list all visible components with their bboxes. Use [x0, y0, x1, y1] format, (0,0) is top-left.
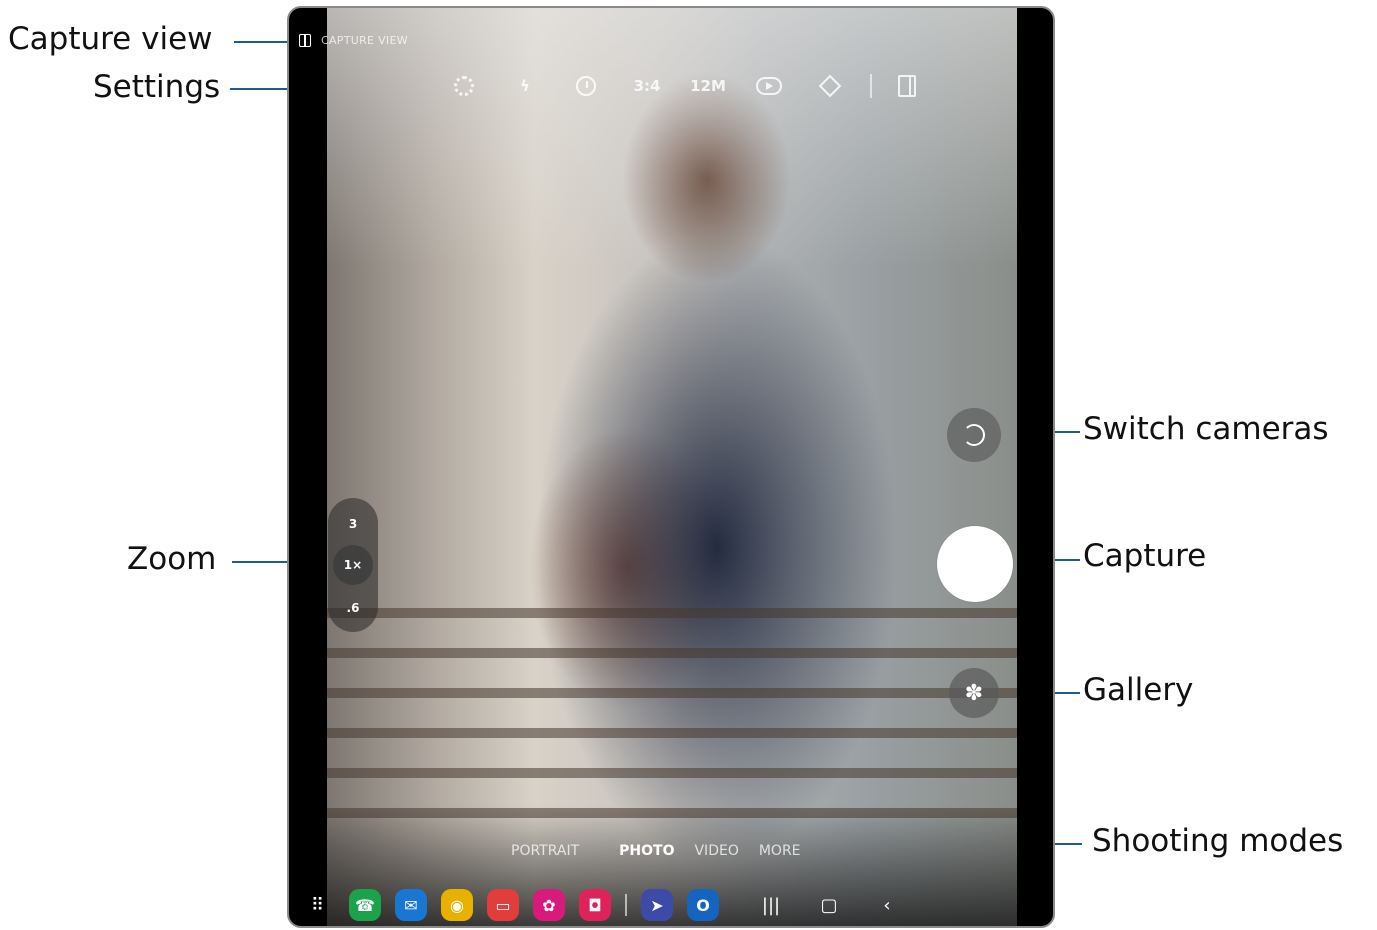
motion-photo-icon: [756, 77, 782, 95]
outlook-icon: O: [696, 895, 710, 915]
capture-view-label: CAPTURE VIEW: [321, 34, 408, 47]
viewfinder-sky: [327, 8, 1017, 268]
shooting-modes-bar: PORTRAIT PHOTO VIDEO MORE: [511, 834, 871, 868]
mode-portrait[interactable]: PORTRAIT: [511, 843, 579, 859]
callout-zoom: Zoom: [127, 541, 217, 577]
flash-off-icon: ϟ: [520, 77, 530, 95]
resolution-button[interactable]: 12M: [687, 72, 729, 100]
callout-line-capture-view: [234, 41, 290, 43]
toolbar-divider: [870, 74, 872, 98]
apps-grid-icon[interactable]: ⠿: [311, 895, 331, 916]
capture-button[interactable]: [937, 526, 1013, 602]
aspect-ratio-button[interactable]: 3:4: [626, 72, 668, 100]
callout-settings: Settings: [93, 69, 221, 105]
zoom-3x-button[interactable]: 3: [333, 504, 373, 544]
taskbar: ⠿ ☎ ✉ ◉ ▭ ✿ ◘ ➤ O ||| ▢ ‹: [289, 880, 1053, 926]
compass-app[interactable]: ➤: [641, 889, 673, 921]
mode-more[interactable]: MORE: [759, 843, 801, 859]
callout-capture: Capture: [1083, 538, 1207, 574]
filters-button[interactable]: [809, 72, 851, 100]
settings-icon: [454, 76, 474, 96]
switch-cameras-button[interactable]: [947, 408, 1001, 462]
messages-app[interactable]: ✉: [395, 889, 427, 921]
gallery-flower-icon: ✽: [964, 680, 984, 706]
mode-photo[interactable]: PHOTO: [619, 843, 674, 859]
callout-shooting-modes: Shooting modes: [1092, 823, 1344, 859]
compass-icon: ➤: [650, 895, 664, 915]
chrome-icon: ◉: [450, 895, 464, 915]
camera-app[interactable]: ◘: [579, 889, 611, 921]
gallery-app[interactable]: ✿: [533, 889, 565, 921]
resolution-value: 12M: [690, 77, 726, 95]
settings-button[interactable]: [443, 72, 485, 100]
gallery-app-icon: ✿: [542, 895, 556, 915]
flash-button[interactable]: ϟ: [504, 72, 546, 100]
callout-capture-view: Capture view: [8, 21, 213, 57]
motion-photo-button[interactable]: [748, 72, 790, 100]
messages-icon: ✉: [404, 895, 418, 915]
recents-icon[interactable]: |||: [751, 895, 791, 916]
callout-gallery: Gallery: [1083, 672, 1194, 708]
filters-icon: [818, 74, 842, 98]
camera-toolbar: ϟ 3:4 12M: [443, 72, 947, 100]
timer-icon: [576, 76, 596, 96]
home-icon[interactable]: ▢: [809, 895, 849, 916]
zoom-0.6x-button[interactable]: .6: [333, 588, 373, 628]
timer-button[interactable]: [565, 72, 607, 100]
aspect-ratio-value: 3:4: [633, 77, 661, 95]
camera-app-icon: ◘: [588, 895, 602, 915]
cover-screen-icon: [898, 75, 916, 97]
capture-view-toggle[interactable]: CAPTURE VIEW: [299, 34, 408, 47]
chrome-app[interactable]: ◉: [441, 889, 473, 921]
phone-app[interactable]: ☎: [349, 889, 381, 921]
gallery-button[interactable]: ✽: [949, 668, 999, 718]
notes-icon: ▭: [495, 895, 511, 915]
zoom-control: 3 1× .6: [328, 498, 378, 632]
tablet-frame: CAPTURE VIEW ϟ 3:4 12M 3 1× .6 ✽ PORTRAI…: [287, 6, 1055, 928]
outlook-app[interactable]: O: [687, 889, 719, 921]
back-icon[interactable]: ‹: [867, 895, 907, 916]
callout-switch-cameras: Switch cameras: [1083, 411, 1329, 447]
dock-divider: [625, 894, 627, 916]
phone-icon: ☎: [355, 895, 375, 915]
cover-screen-button[interactable]: [886, 72, 928, 100]
camera-viewfinder[interactable]: [327, 8, 1017, 926]
mode-video[interactable]: VIDEO: [694, 843, 738, 859]
notes-app[interactable]: ▭: [487, 889, 519, 921]
zoom-1x-button[interactable]: 1×: [333, 545, 373, 585]
switch-camera-icon: [963, 424, 985, 446]
capture-view-icon: [299, 34, 311, 47]
